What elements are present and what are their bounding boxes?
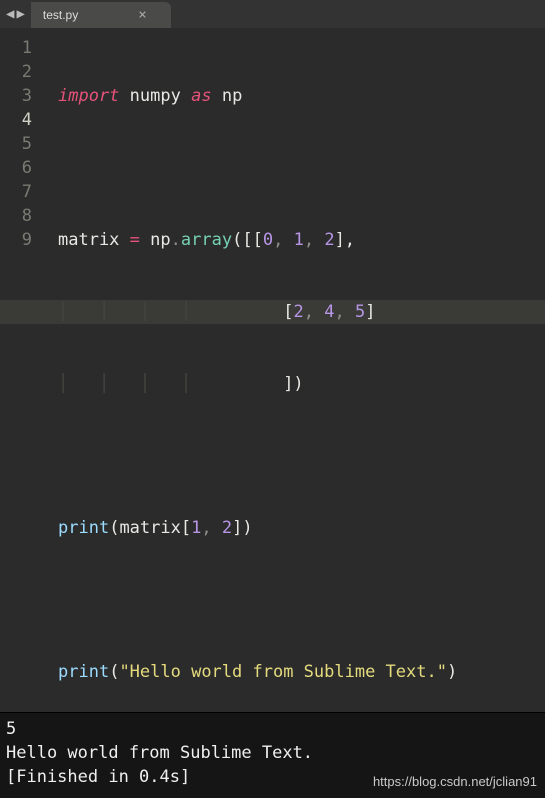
watermark-text: https://blog.csdn.net/jclian91 <box>373 770 537 794</box>
nav-back-icon[interactable]: ◀ <box>6 7 14 21</box>
nav-arrows: ◀ ▶ <box>0 0 31 28</box>
line-number: 7 <box>0 180 32 204</box>
output-console[interactable]: 5 Hello world from Sublime Text. [Finish… <box>0 712 545 798</box>
line-number: 9 <box>0 228 32 252</box>
close-icon[interactable]: × <box>138 8 146 22</box>
title-bar: ◀ ▶ test.py × <box>0 0 545 28</box>
line-number: 1 <box>0 36 32 60</box>
code-line: matrix = np.array([[0, 1, 2], <box>46 228 545 252</box>
line-number: 4 <box>0 108 32 132</box>
tab-label: test.py <box>43 8 78 22</box>
code-line: print("Hello world from Sublime Text.") <box>46 660 545 684</box>
line-number: 2 <box>0 60 32 84</box>
code-line: │ │ │ │ ]) <box>46 372 545 396</box>
code-line <box>46 444 545 468</box>
code-line <box>46 588 545 612</box>
code-line: │ │ │ │ [2, 4, 5] <box>0 300 545 324</box>
line-number: 6 <box>0 156 32 180</box>
nav-forward-icon[interactable]: ▶ <box>16 7 24 21</box>
line-number: 5 <box>0 132 32 156</box>
console-line: Hello world from Sublime Text. <box>6 741 539 765</box>
line-number-gutter: 1 2 3 4 5 6 7 8 9 <box>0 28 46 712</box>
line-number: 3 <box>0 84 32 108</box>
code-line: import numpy as np <box>46 84 545 108</box>
tab-test-py[interactable]: test.py × <box>31 2 171 28</box>
code-line: print(matrix[1, 2]) <box>46 516 545 540</box>
editor-pane[interactable]: 1 2 3 4 5 6 7 8 9 import numpy as np mat… <box>0 28 545 712</box>
code-line <box>46 156 545 180</box>
console-line: 5 <box>6 717 539 741</box>
code-area[interactable]: import numpy as np matrix = np.array([[0… <box>46 28 545 712</box>
line-number: 8 <box>0 204 32 228</box>
